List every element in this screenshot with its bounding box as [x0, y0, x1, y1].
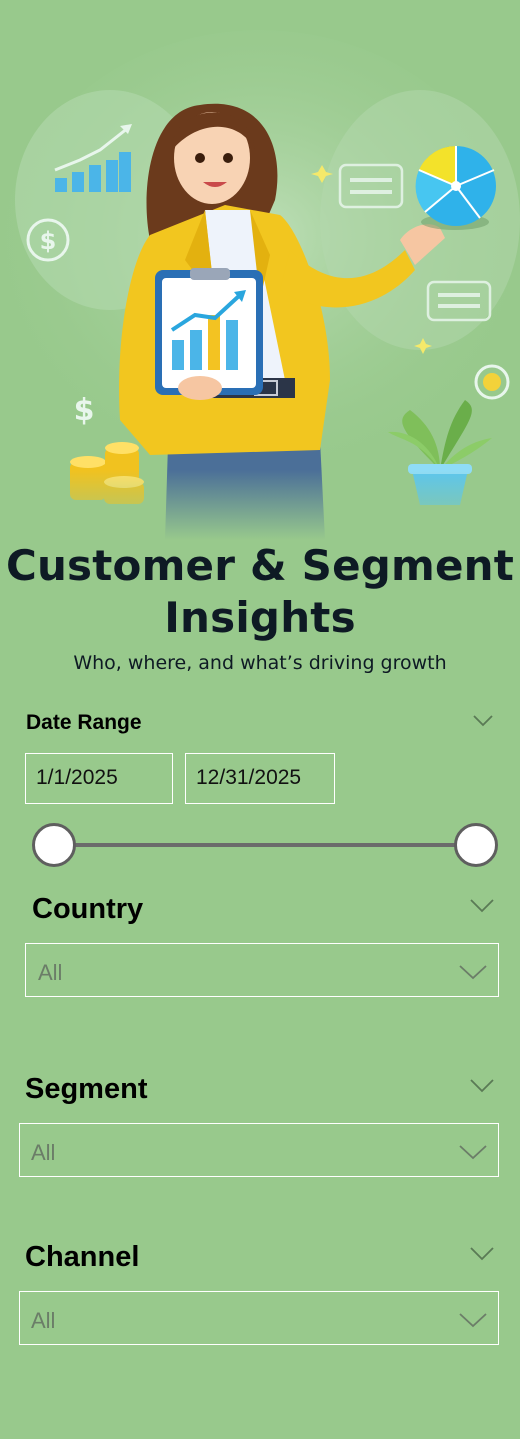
- country-label: Country: [32, 893, 144, 925]
- country-collapse-chevron-icon[interactable]: [469, 898, 495, 914]
- start-date-input[interactable]: 1/1/2025: [25, 753, 173, 804]
- segment-collapse-chevron-icon[interactable]: [469, 1078, 495, 1094]
- segment-label: Segment: [25, 1073, 148, 1105]
- channel-dropdown-value: All: [31, 1308, 56, 1333]
- segment-dropdown-value: All: [31, 1140, 56, 1165]
- date-range-slider-end-handle[interactable]: [454, 823, 498, 867]
- page-subtitle: Who, where, and what’s driving growth: [73, 652, 447, 674]
- hero-illustration: $ $: [0, 0, 520, 540]
- segment-dropdown[interactable]: All: [19, 1123, 499, 1177]
- date-range-slider-track[interactable]: [54, 843, 478, 847]
- clipboard-chart-icon: [155, 268, 263, 395]
- chevron-down-icon: [459, 1145, 487, 1160]
- date-range-slider-start-handle[interactable]: [32, 823, 76, 867]
- page-title: Customer & Segment Insights: [0, 540, 520, 644]
- dollar-sign-icon: $: [74, 393, 95, 428]
- channel-label: Channel: [25, 1241, 140, 1273]
- country-dropdown[interactable]: All: [25, 943, 499, 997]
- date-range-label: Date Range: [26, 711, 142, 734]
- svg-text:$: $: [40, 227, 57, 255]
- country-dropdown-value: All: [38, 960, 63, 985]
- date-range-collapse-chevron-icon[interactable]: [472, 714, 494, 728]
- chevron-down-icon: [459, 965, 487, 980]
- page-title-line2: Insights: [164, 593, 356, 642]
- channel-dropdown[interactable]: All: [19, 1291, 499, 1345]
- channel-collapse-chevron-icon[interactable]: [469, 1246, 495, 1262]
- end-date-input[interactable]: 12/31/2025: [185, 753, 335, 804]
- page-title-line1: Customer & Segment: [5, 541, 515, 590]
- chevron-down-icon: [459, 1313, 487, 1328]
